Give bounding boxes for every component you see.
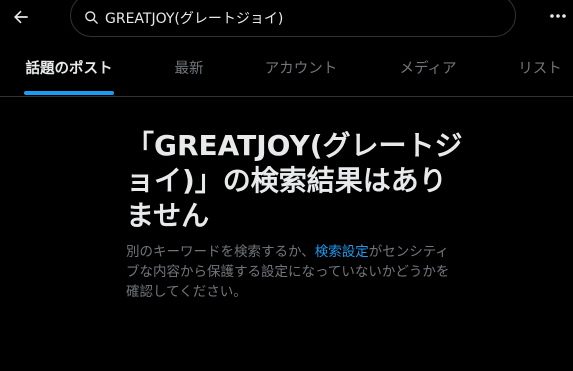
- active-tab-indicator: [24, 91, 114, 95]
- search-box[interactable]: [70, 0, 516, 37]
- empty-state-description: 別のキーワードを検索するか、検索設定がセンシティブな内容から保護する設定になって…: [126, 242, 458, 302]
- more-horizontal-icon: [550, 14, 566, 18]
- search-settings-link[interactable]: 検索設定: [315, 244, 369, 260]
- arrow-left-icon: [14, 10, 28, 24]
- search-icon: [83, 10, 99, 26]
- top-bar: [0, 0, 573, 38]
- tab-accounts[interactable]: アカウント: [258, 38, 344, 96]
- more-button[interactable]: [546, 4, 570, 28]
- tab-media[interactable]: メディア: [392, 38, 464, 96]
- empty-state-title: 「GREATJOY(グレートジョイ)」の検索結果はありません: [126, 129, 463, 232]
- description-text-before: 別のキーワードを検索するか、: [126, 244, 315, 260]
- tab-latest[interactable]: 最新: [168, 38, 210, 96]
- back-button[interactable]: [6, 2, 36, 32]
- tab-lists[interactable]: リスト: [514, 38, 566, 96]
- search-tabs: 話題のポスト 最新 アカウント メディア リスト: [0, 38, 573, 97]
- search-results-page: 話題のポスト 最新 アカウント メディア リスト 「GREATJOY(グレートジ…: [0, 0, 573, 371]
- tab-top-posts[interactable]: 話題のポスト: [24, 38, 114, 96]
- search-input[interactable]: [105, 9, 485, 26]
- empty-state: 「GREATJOY(グレートジョイ)」の検索結果はありません 別のキーワードを検…: [126, 128, 466, 302]
